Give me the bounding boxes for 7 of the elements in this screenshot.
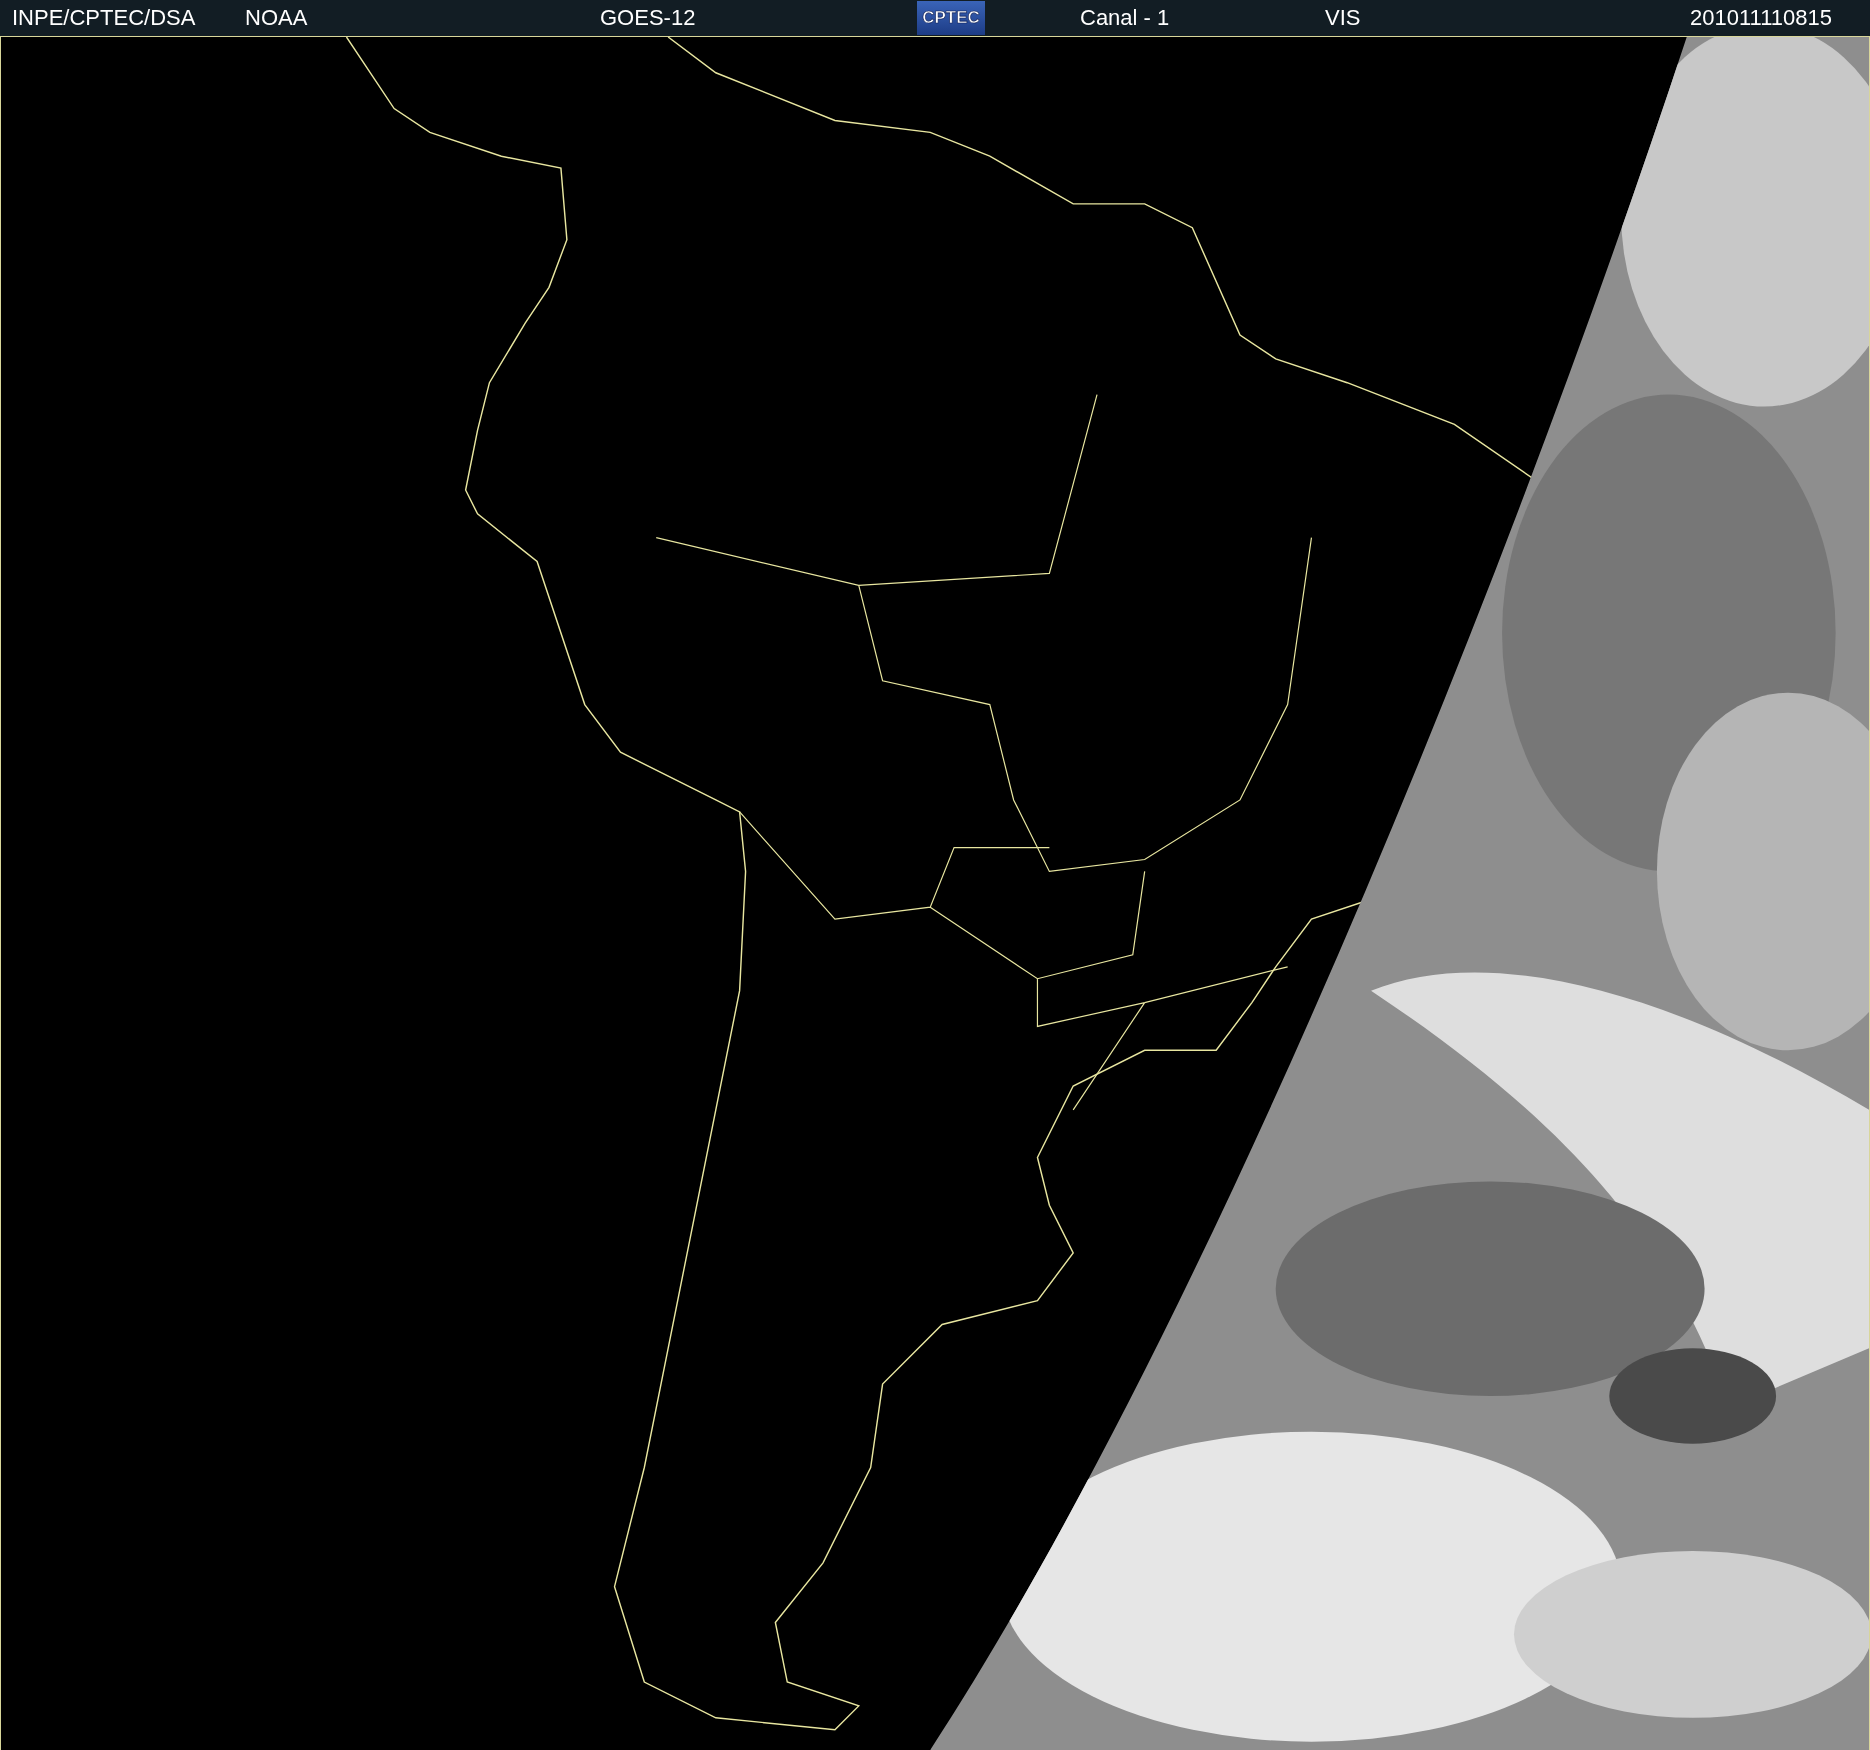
header-label: INPE/CPTEC/DSA — [12, 5, 196, 31]
logo: CPTEC — [917, 1, 985, 35]
header-label: GOES-12 — [600, 5, 696, 31]
header-label: NOAA — [245, 5, 308, 31]
header-label: 201011110815 — [1690, 5, 1832, 31]
header-label: VIS — [1325, 5, 1361, 31]
header-label: Canal - 1 — [1080, 5, 1170, 31]
